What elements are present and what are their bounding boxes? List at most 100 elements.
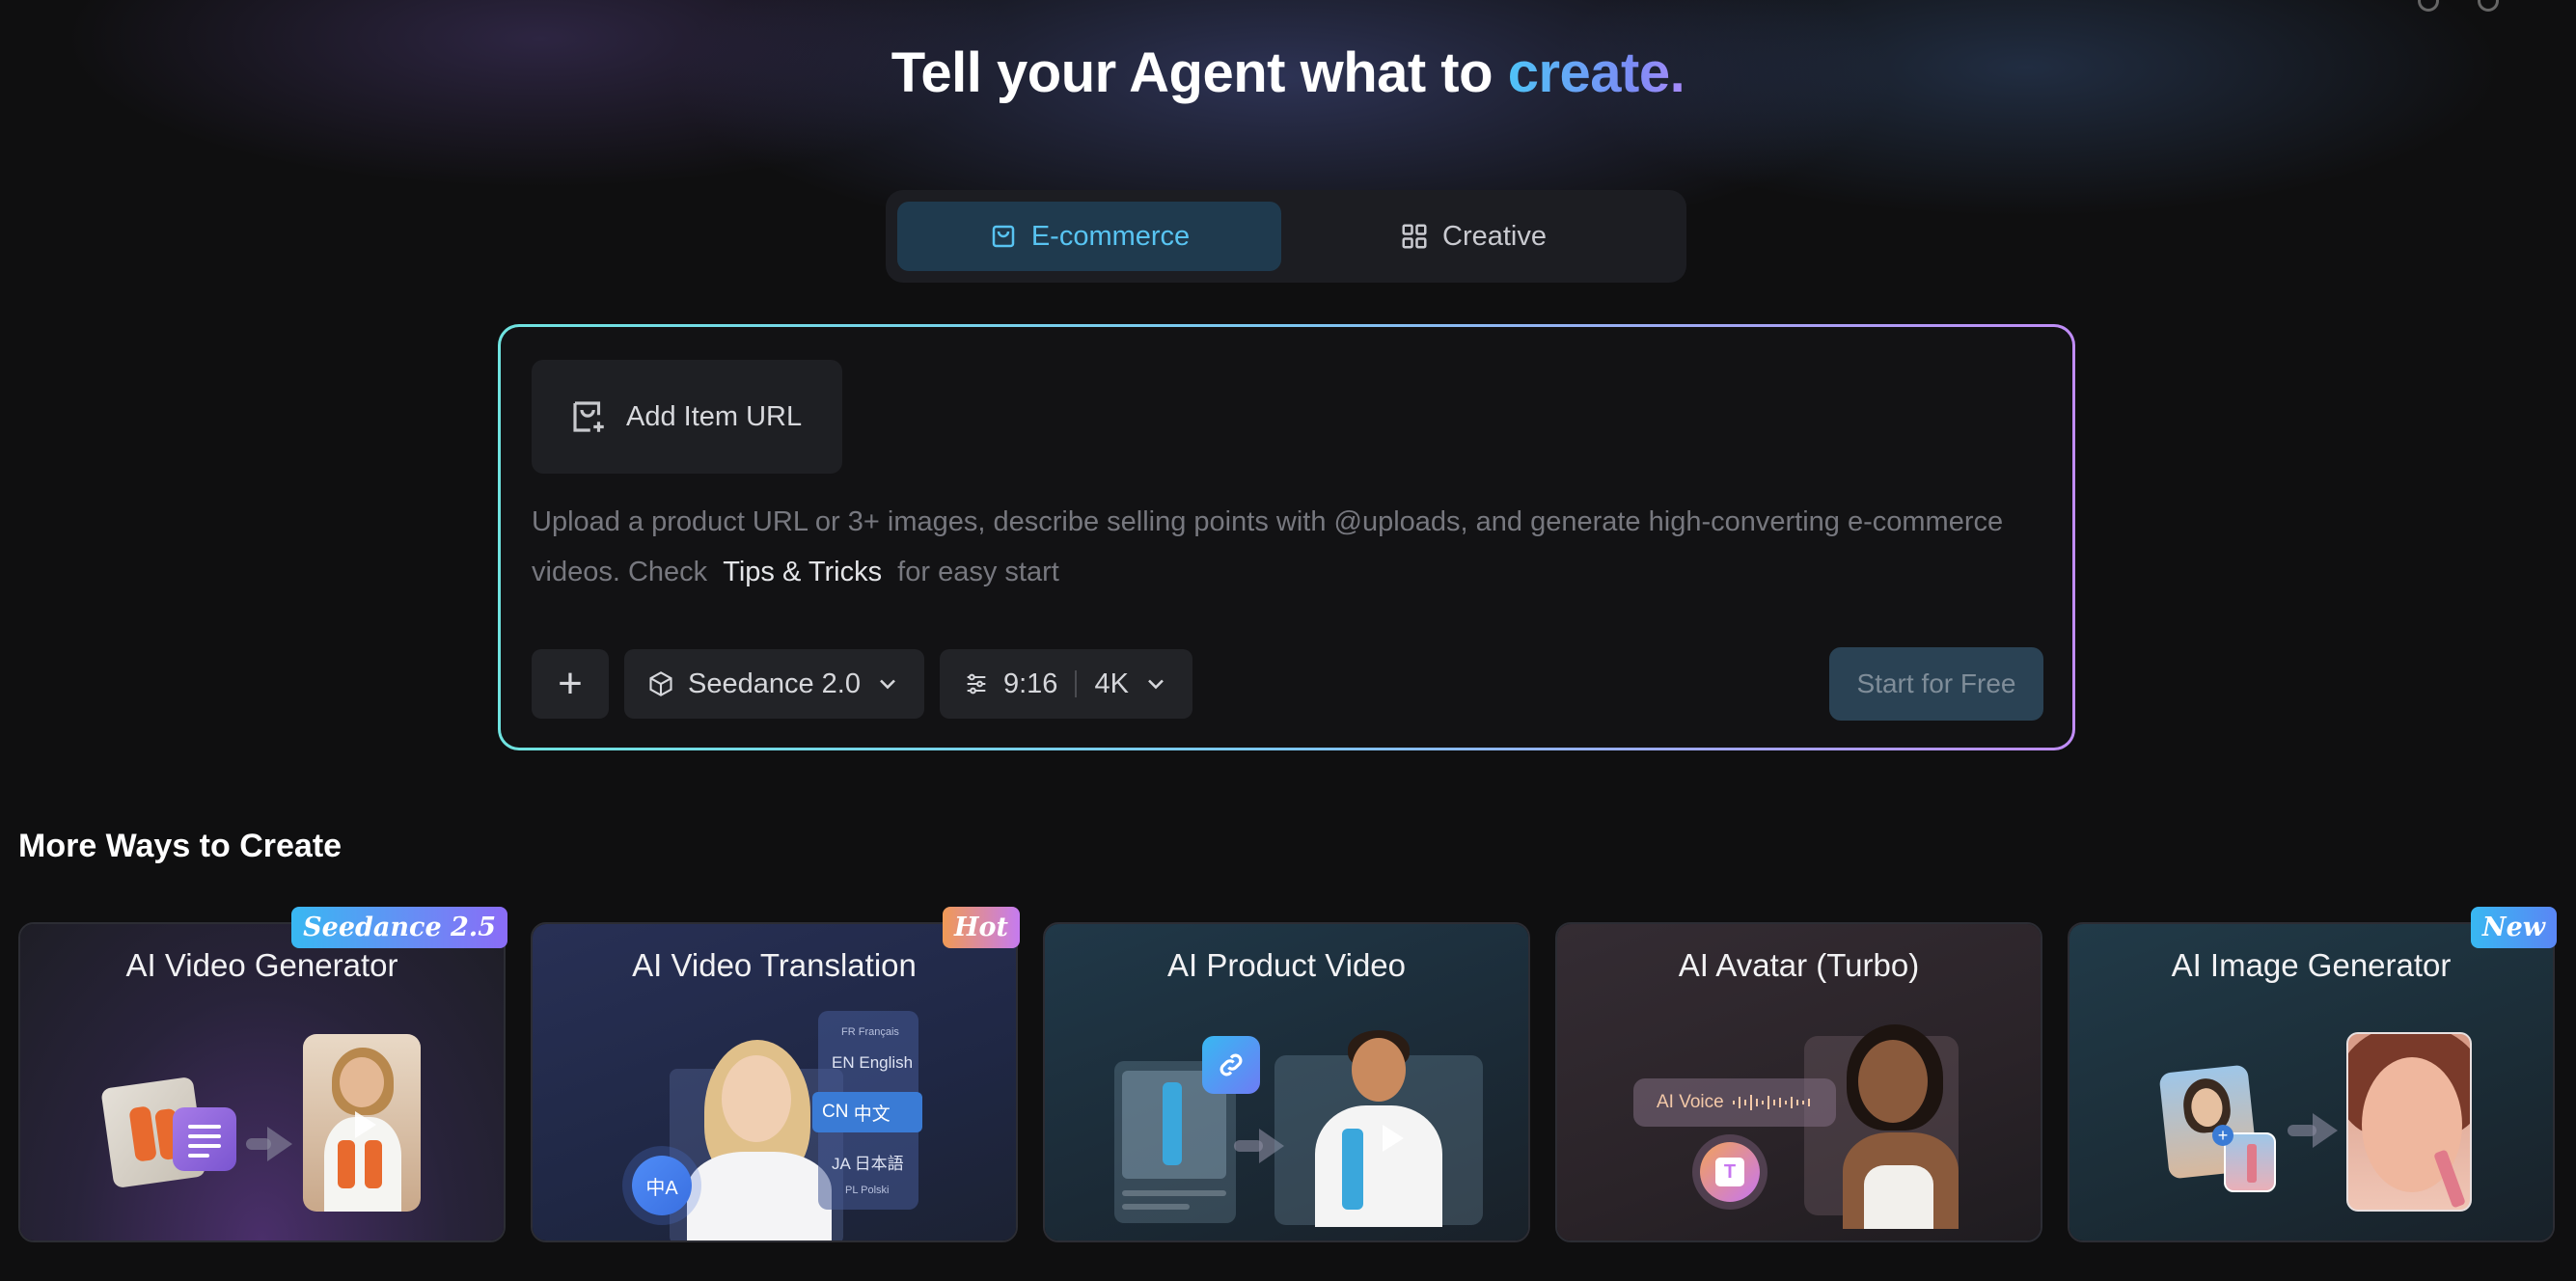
add-item-url-label: Add Item URL [626,400,803,432]
arrow-head [2313,1113,2338,1148]
water-bottle [1163,1082,1182,1165]
translate-icon: 中A [632,1156,692,1215]
water-bottle [1342,1129,1363,1210]
model-label: Seedance 2.0 [688,668,861,699]
card-title: AI Image Generator [2171,947,2452,983]
language-option[interactable]: FR Français [841,1026,996,1038]
more-ways-section-title: More Ways to Create [18,828,343,864]
language-code: EN [832,1053,855,1072]
resolution-value: 4K [1094,668,1129,699]
badge-new: New [2470,907,2557,948]
grid-icon [1402,224,1427,249]
model-selector[interactable]: Seedance 2.0 [624,649,924,719]
ai-voice-pill: AI Voice [1633,1078,1836,1127]
card-background: AI Product Video [1045,924,1528,1240]
tips-and-tricks-link[interactable]: Tips & Tricks [715,557,890,587]
chain-icon [1219,1053,1243,1077]
card-background: AI Video Translation FR Français EN Engl… [533,924,1016,1240]
sliders-icon [967,673,986,695]
add-attachment-button[interactable]: + [532,649,609,719]
tab-label: Creative [1442,220,1547,252]
card-background: AI Avatar (Turbo) AI Voice T [1557,924,2041,1240]
start-for-free-button[interactable]: Start for Free [1829,647,2043,721]
avatar-top [1864,1165,1933,1229]
add-item-url-button[interactable]: Add Item URL [532,360,842,474]
cube-icon [649,671,672,696]
video-preview [1274,1030,1483,1227]
chevron-down-icon [880,679,895,690]
video-preview [303,1034,421,1212]
language-name: Français [858,1026,899,1038]
composer-body: Add Item URL Upload a product URL or 3+ … [501,327,2072,748]
settings-icon[interactable] [2478,0,2499,12]
plus-icon: + [2212,1125,2233,1146]
bottle [365,1140,382,1188]
language-option-selected[interactable]: CN 中文 [812,1092,922,1132]
presenter-face [722,1055,791,1142]
text-line [1122,1204,1190,1210]
text-document-icon [173,1107,236,1171]
model-face [340,1057,384,1107]
card-background: AI Image Generator + [2069,924,2553,1240]
link-icon [1202,1036,1260,1094]
language-code: CN [822,1102,849,1122]
card-ai-product-video[interactable]: AI Product Video [1043,922,1530,1242]
badge-hot: Hot [943,907,1020,948]
composer-toolbar: + Seedance 2.0 9:16 4K [532,649,1192,719]
generated-image [2346,1032,2472,1212]
language-name: 中文 [853,1104,891,1125]
tab-label: E-commerce [1030,220,1191,252]
bag-icon [992,225,1015,248]
lipstick-photo [2224,1132,2276,1192]
language-code: FR [841,1026,856,1038]
language-name: 日本語 [854,1155,904,1173]
headline-prefix: Tell your Agent what to [891,41,1494,104]
badge-seedance: Seedance 2.5 [291,907,507,948]
text-line [1122,1190,1226,1196]
prompt-composer: Add Item URL Upload a product URL or 3+ … [498,324,2075,750]
user-icon[interactable] [2418,0,2439,12]
card-ai-image-generator[interactable]: AI Image Generator + New [2068,907,2557,1242]
aspect-ratio-value: 9:16 [1002,668,1058,699]
text-to-speech-icon: T [1700,1142,1760,1202]
divider [1075,670,1078,697]
model-face [1352,1038,1406,1102]
language-option[interactable]: PL Polski [845,1185,1000,1196]
arrow-head [267,1127,292,1161]
prompt-input[interactable]: Upload a product URL or 3+ images, descr… [532,497,2056,597]
card-title: AI Avatar (Turbo) [1678,947,1920,983]
play-icon [1383,1125,1404,1152]
language-code: PL [845,1185,859,1196]
tab-e-commerce[interactable]: E-commerce [897,202,1281,271]
page-headline: Tell your Agent what to create. [0,41,2576,105]
t-letter-icon: T [1715,1158,1744,1186]
language-option[interactable]: JA 日本語 [832,1150,986,1174]
feature-cards: AI Video Generator Seedance 2.5 AI Video… [18,907,2557,1242]
card-title: AI Product Video [1166,947,1407,983]
bag-plus-icon [573,401,604,432]
format-settings-selector[interactable]: 9:16 4K [939,649,1192,719]
model-body [1315,1105,1442,1227]
headline-accent: create. [1507,41,1685,104]
plus-icon: + [558,660,583,707]
tab-creative[interactable]: Creative [1281,202,1665,271]
bottle [338,1140,355,1188]
voice-label: AI Voice [1657,1092,1724,1112]
mode-switch: E-commerce Creative [886,190,1686,283]
language-name: English [859,1053,914,1072]
card-title: AI Video Generator [125,947,398,983]
language-name: Polski [861,1185,890,1196]
play-icon [355,1111,376,1138]
prompt-placeholder-part2: for easy start [897,557,1059,587]
card-background: AI Video Generator [20,924,504,1240]
presenter-body [687,1152,832,1240]
card-ai-video-generator[interactable]: AI Video Generator Seedance 2.5 [18,907,507,1242]
language-option[interactable]: EN English [832,1053,986,1073]
card-ai-video-translation[interactable]: AI Video Translation FR Français EN Engl… [531,907,1020,1242]
card-title: AI Video Translation [632,947,917,983]
card-ai-avatar-turbo[interactable]: AI Avatar (Turbo) AI Voice T [1555,922,2042,1242]
language-code: JA [832,1155,850,1173]
waveform-icon [1732,1095,1810,1110]
chevron-down-icon [1148,679,1164,690]
avatar-face [1858,1040,1928,1123]
